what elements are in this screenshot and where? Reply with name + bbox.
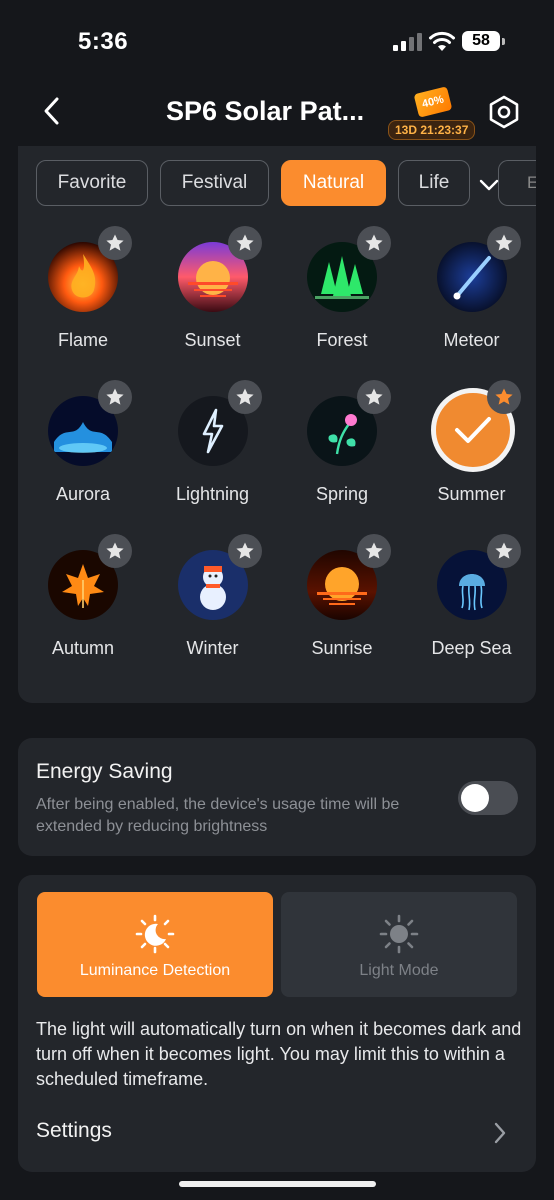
home-indicator	[179, 1181, 376, 1187]
page-title: SP6 Solar Pat...	[166, 96, 365, 126]
luminance-detection-label: Luminance Detection	[79, 962, 231, 979]
favorite-star-icon[interactable]	[227, 226, 262, 260]
favorite-star-icon[interactable]	[486, 380, 521, 414]
scene-label: Spring	[315, 484, 369, 504]
favorite-star-icon[interactable]	[357, 380, 391, 414]
scene-label: Flame	[57, 330, 108, 350]
favorite-star-icon[interactable]	[357, 534, 391, 568]
energy-saving-description: After being enabled, the device's usage …	[36, 796, 400, 835]
status-bar: 5:36 58	[0, 0, 554, 80]
scene-summer[interactable]: Summer	[407, 380, 537, 526]
scene-flame[interactable]: Flame	[18, 226, 148, 372]
discount-tag: 40%	[413, 86, 453, 118]
scene-label: Lightning	[175, 484, 250, 504]
category-tabs: Favorite Festival Natural Life En	[36, 160, 536, 208]
scene-label: Sunrise	[311, 638, 373, 658]
favorite-star-icon[interactable]	[357, 226, 391, 260]
sun-icon	[379, 914, 419, 954]
top-nav-bar: SP6 Solar Pat... 40% 13D 21:23:37	[0, 80, 554, 146]
scene-forest[interactable]: Forest	[277, 226, 407, 372]
scene-meteor[interactable]: Meteor	[407, 226, 537, 372]
scene-label: Summer	[437, 484, 506, 504]
scene-label: Deep Sea	[431, 638, 512, 658]
scene-label: Sunset	[184, 330, 241, 350]
light-mode-card: Luminance Detection Light Mode The light…	[18, 875, 536, 1172]
favorite-star-icon[interactable]	[98, 380, 132, 414]
energy-saving-card: Energy Saving After being enabled, the d…	[18, 738, 536, 856]
energy-saving-toggle[interactable]	[458, 781, 518, 815]
scene-panel: Favorite Festival Natural Life En Flame S…	[18, 146, 536, 703]
energy-saving-title: Energy Saving	[36, 760, 173, 783]
scene-lightning[interactable]: Lightning	[148, 380, 278, 526]
favorite-star-icon[interactable]	[227, 380, 262, 414]
promo-countdown: 13D 21:23:37	[388, 120, 476, 140]
scene-deep-sea[interactable]: Deep Sea	[407, 534, 537, 680]
battery-indicator: 58	[462, 31, 505, 51]
settings-gear-icon[interactable]	[486, 94, 522, 130]
promo-badge[interactable]: 40% 13D 21:23:37	[388, 86, 478, 140]
chevron-right-icon	[494, 1122, 506, 1144]
favorite-star-icon[interactable]	[486, 534, 521, 568]
favorite-star-icon[interactable]	[486, 226, 521, 260]
tab-more[interactable]: En	[498, 160, 536, 206]
tab-festival[interactable]: Festival	[160, 160, 269, 206]
back-chevron-icon[interactable]	[38, 94, 66, 128]
favorite-star-icon[interactable]	[98, 226, 132, 260]
chevron-down-icon[interactable]	[479, 178, 499, 192]
scene-label: Meteor	[443, 330, 500, 350]
scene-winter[interactable]: Winter	[148, 534, 278, 680]
luminance-detection-button[interactable]: Luminance Detection	[37, 892, 273, 997]
cellular-signal-icon	[393, 31, 423, 51]
status-time: 5:36	[78, 28, 129, 55]
tab-life[interactable]: Life	[398, 160, 470, 206]
scene-label: Forest	[316, 330, 368, 350]
wifi-icon	[429, 31, 455, 51]
tab-favorite[interactable]: Favorite	[36, 160, 148, 206]
scene-spring[interactable]: Spring	[277, 380, 407, 526]
scene-sunrise[interactable]: Sunrise	[277, 534, 407, 680]
favorite-star-icon[interactable]	[227, 534, 262, 568]
scene-autumn[interactable]: Autumn	[18, 534, 148, 680]
light-mode-label: Light Mode	[359, 962, 439, 979]
moon-sun-icon	[135, 914, 175, 954]
scene-label: Winter	[186, 638, 239, 658]
settings-label: Settings	[36, 1119, 112, 1142]
settings-row[interactable]: Settings	[18, 1111, 536, 1155]
favorite-star-icon[interactable]	[98, 534, 132, 568]
tab-natural[interactable]: Natural	[281, 160, 386, 206]
scene-label: Autumn	[51, 638, 115, 658]
scene-label: Aurora	[55, 484, 111, 504]
mode-description: The light will automatically turn on whe…	[36, 1019, 522, 1089]
light-mode-button[interactable]: Light Mode	[281, 892, 517, 997]
scene-sunset[interactable]: Sunset	[148, 226, 278, 372]
scene-aurora[interactable]: Aurora	[18, 380, 148, 526]
toggle-knob	[461, 784, 489, 812]
